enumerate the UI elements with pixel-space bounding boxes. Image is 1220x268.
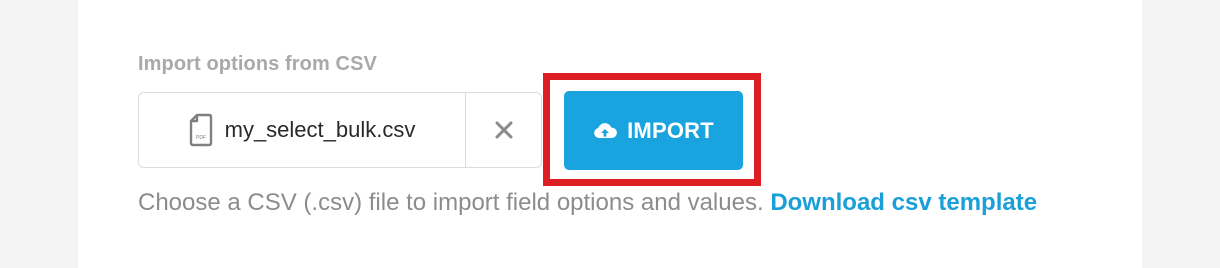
help-text-row: Choose a CSV (.csv) file to import field…	[138, 189, 1037, 217]
close-icon	[495, 121, 512, 139]
file-name: my_select_bulk.csv	[224, 117, 416, 142]
cloud-upload-icon	[594, 122, 618, 138]
file-icon: PDF	[189, 113, 212, 147]
file-selector: PDF my_select_bulk.csv	[138, 92, 542, 168]
selected-file[interactable]: PDF my_select_bulk.csv	[139, 93, 466, 167]
import-button-label: IMPORT	[627, 117, 714, 143]
import-button[interactable]: IMPORT	[564, 91, 743, 170]
section-label: Import options from CSV	[138, 53, 377, 75]
download-csv-template-link[interactable]: Download csv template	[770, 189, 1037, 216]
file-icon-caption: PDF	[196, 135, 206, 141]
help-text: Choose a CSV (.csv) file to import field…	[138, 189, 764, 216]
remove-file-button[interactable]	[466, 93, 541, 167]
